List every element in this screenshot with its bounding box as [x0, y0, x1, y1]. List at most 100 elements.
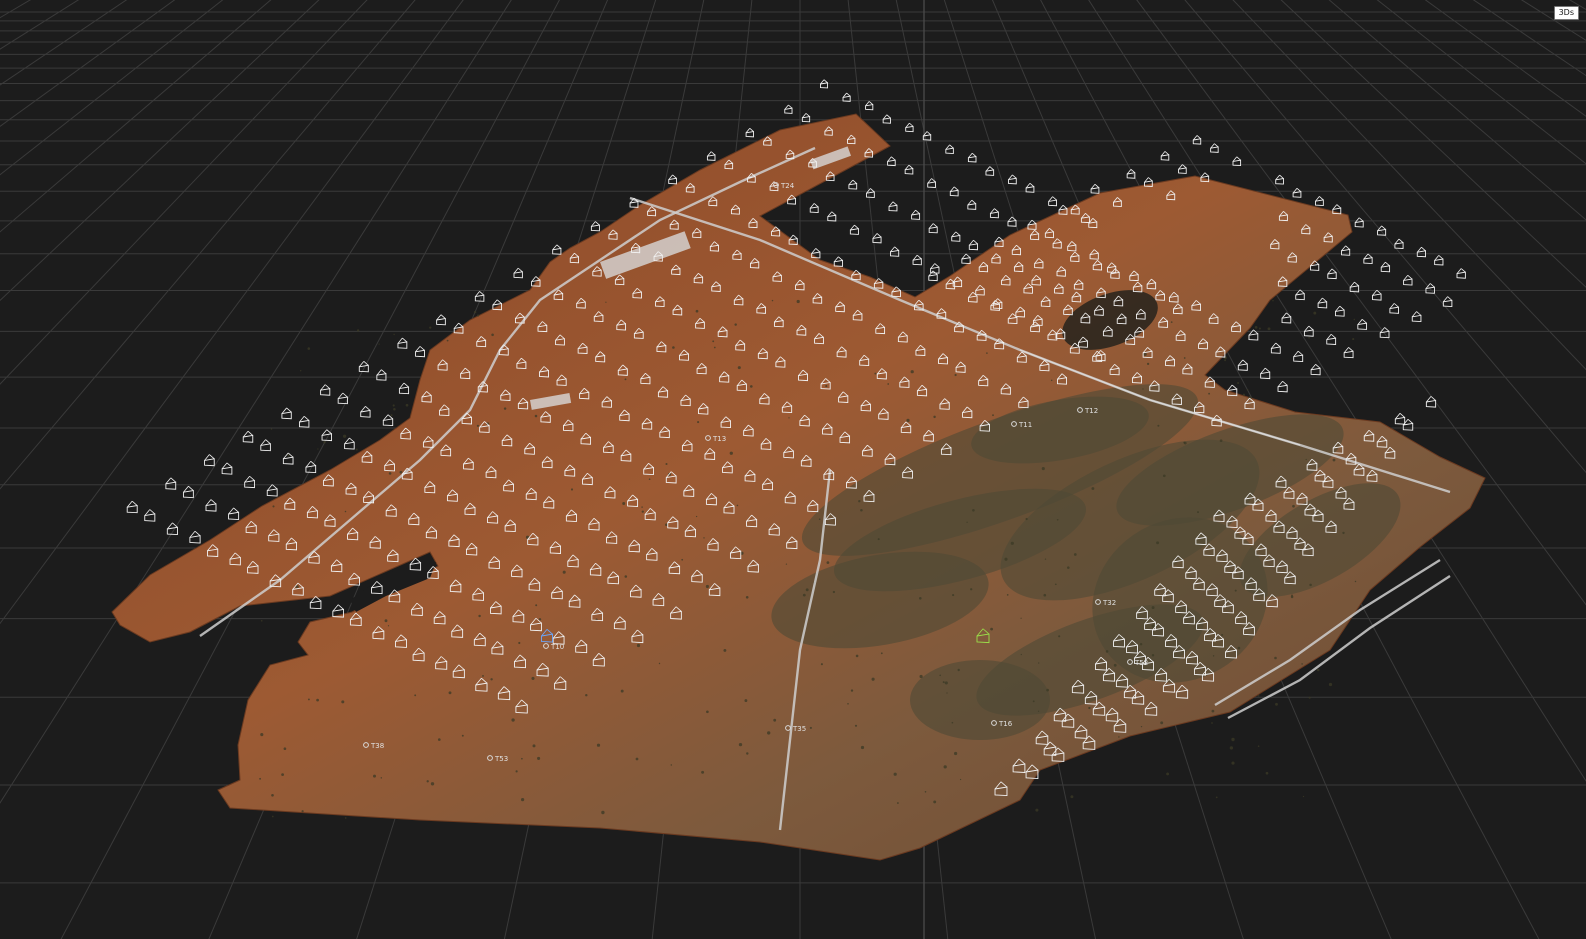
- camera-icon[interactable]: [1425, 396, 1437, 408]
- camera-icon[interactable]: [967, 152, 977, 163]
- camera-icon[interactable]: [144, 509, 156, 522]
- camera-icon[interactable]: [299, 415, 310, 428]
- camera-icon[interactable]: [1456, 268, 1466, 279]
- camera-icon[interactable]: [809, 203, 819, 214]
- camera-icon[interactable]: [1335, 305, 1345, 317]
- camera-icon[interactable]: [182, 485, 194, 499]
- camera-icon[interactable]: [961, 253, 971, 265]
- camera-icon[interactable]: [827, 211, 837, 222]
- camera-icon[interactable]: [1317, 297, 1328, 309]
- camera-icon[interactable]: [436, 314, 446, 326]
- camera-icon[interactable]: [1403, 274, 1413, 286]
- camera-icon[interactable]: [1008, 174, 1017, 185]
- camera-icon[interactable]: [967, 199, 977, 210]
- camera-icon[interactable]: [281, 407, 292, 420]
- 3d-viewport[interactable]: T24 T13 T11 T12 T32 T52 T35 T16 T38 T53 T10 3Ds: [0, 0, 1586, 939]
- camera-icon[interactable]: [1160, 151, 1170, 161]
- camera-icon[interactable]: [1295, 289, 1305, 301]
- camera-icon[interactable]: [1292, 187, 1302, 198]
- camera-icon[interactable]: [1270, 342, 1281, 354]
- camera-icon[interactable]: [1210, 143, 1219, 153]
- camera-icon[interactable]: [905, 122, 914, 133]
- camera-icon[interactable]: [474, 291, 485, 302]
- camera-icon[interactable]: [1232, 156, 1242, 167]
- camera-icon[interactable]: [398, 382, 410, 395]
- camera-icon[interactable]: [344, 437, 355, 450]
- camera-icon[interactable]: [415, 346, 425, 358]
- camera-icon[interactable]: [1416, 246, 1426, 258]
- camera-icon[interactable]: [985, 166, 995, 176]
- tree-dot: [300, 370, 302, 372]
- camera-icon[interactable]: [204, 454, 215, 467]
- camera-icon[interactable]: [1275, 174, 1284, 185]
- camera-icon[interactable]: [1363, 253, 1373, 265]
- camera-icon[interactable]: [911, 209, 921, 220]
- camera-icon[interactable]: [260, 439, 271, 452]
- camera-icon[interactable]: [242, 430, 254, 443]
- camera-icon[interactable]: [706, 151, 716, 161]
- camera-icon[interactable]: [951, 231, 961, 242]
- camera-icon[interactable]: [1178, 164, 1187, 174]
- camera-icon[interactable]: [552, 244, 562, 255]
- camera-icon[interactable]: [928, 223, 938, 234]
- camera-icon[interactable]: [890, 246, 900, 257]
- camera-icon[interactable]: [866, 188, 875, 198]
- camera-icon[interactable]: [784, 104, 793, 114]
- camera-icon[interactable]: [1394, 238, 1404, 249]
- camera-icon[interactable]: [1192, 135, 1202, 145]
- camera-icon[interactable]: [849, 224, 859, 235]
- camera-icon[interactable]: [165, 477, 177, 490]
- camera-icon[interactable]: [1048, 196, 1057, 207]
- camera-icon[interactable]: [945, 144, 954, 155]
- camera-icon[interactable]: [912, 254, 922, 266]
- camera-icon[interactable]: [1394, 413, 1406, 425]
- camera-icon[interactable]: [865, 101, 874, 111]
- camera-icon[interactable]: [1354, 217, 1364, 228]
- camera-icon[interactable]: [887, 156, 896, 167]
- camera-icon[interactable]: [1411, 311, 1422, 323]
- camera-icon[interactable]: [1343, 347, 1354, 359]
- camera-icon[interactable]: [842, 92, 851, 102]
- camera-icon[interactable]: [397, 337, 408, 349]
- camera-icon[interactable]: [590, 221, 600, 232]
- camera-icon[interactable]: [1434, 255, 1444, 266]
- scene-canvas[interactable]: T24 T13 T11 T12 T32 T52 T35 T16 T38 T53 T10: [0, 0, 1586, 939]
- camera-icon[interactable]: [513, 267, 523, 279]
- camera-icon[interactable]: [189, 530, 201, 544]
- camera-icon[interactable]: [1293, 350, 1304, 363]
- camera-icon[interactable]: [266, 484, 278, 497]
- camera-icon[interactable]: [1090, 183, 1100, 194]
- camera-icon[interactable]: [382, 414, 394, 427]
- camera-icon[interactable]: [360, 406, 371, 418]
- camera-icon[interactable]: [668, 174, 677, 185]
- camera-icon[interactable]: [989, 208, 999, 219]
- camera-icon[interactable]: [848, 179, 858, 190]
- camera-icon[interactable]: [1377, 225, 1387, 236]
- camera-icon[interactable]: [882, 114, 891, 124]
- camera-icon[interactable]: [928, 270, 938, 282]
- camera-icon[interactable]: [801, 113, 811, 123]
- camera-icon[interactable]: [1372, 289, 1382, 301]
- camera-icon[interactable]: [1237, 359, 1248, 371]
- camera-icon[interactable]: [968, 239, 978, 251]
- camera-icon[interactable]: [205, 499, 217, 512]
- camera-icon[interactable]: [888, 201, 898, 212]
- view-mode-badge[interactable]: 3Ds: [1553, 6, 1579, 20]
- camera-icon[interactable]: [1310, 364, 1321, 376]
- camera-icon[interactable]: [320, 384, 331, 396]
- camera-icon[interactable]: [1326, 333, 1337, 345]
- camera-icon[interactable]: [1389, 303, 1399, 314]
- camera-icon[interactable]: [228, 507, 240, 521]
- camera-icon[interactable]: [1357, 319, 1368, 330]
- camera-icon[interactable]: [221, 462, 233, 475]
- camera-icon[interactable]: [745, 128, 754, 138]
- camera-icon[interactable]: [904, 164, 914, 175]
- camera-icon[interactable]: [1327, 268, 1337, 280]
- camera-icon[interactable]: [1315, 196, 1324, 207]
- camera-icon[interactable]: [376, 369, 387, 381]
- tree-dot: [520, 797, 525, 802]
- camera-icon[interactable]: [1380, 261, 1391, 273]
- camera-icon[interactable]: [126, 500, 138, 514]
- camera-icon[interactable]: [244, 475, 255, 489]
- camera-icon[interactable]: [1277, 380, 1288, 393]
